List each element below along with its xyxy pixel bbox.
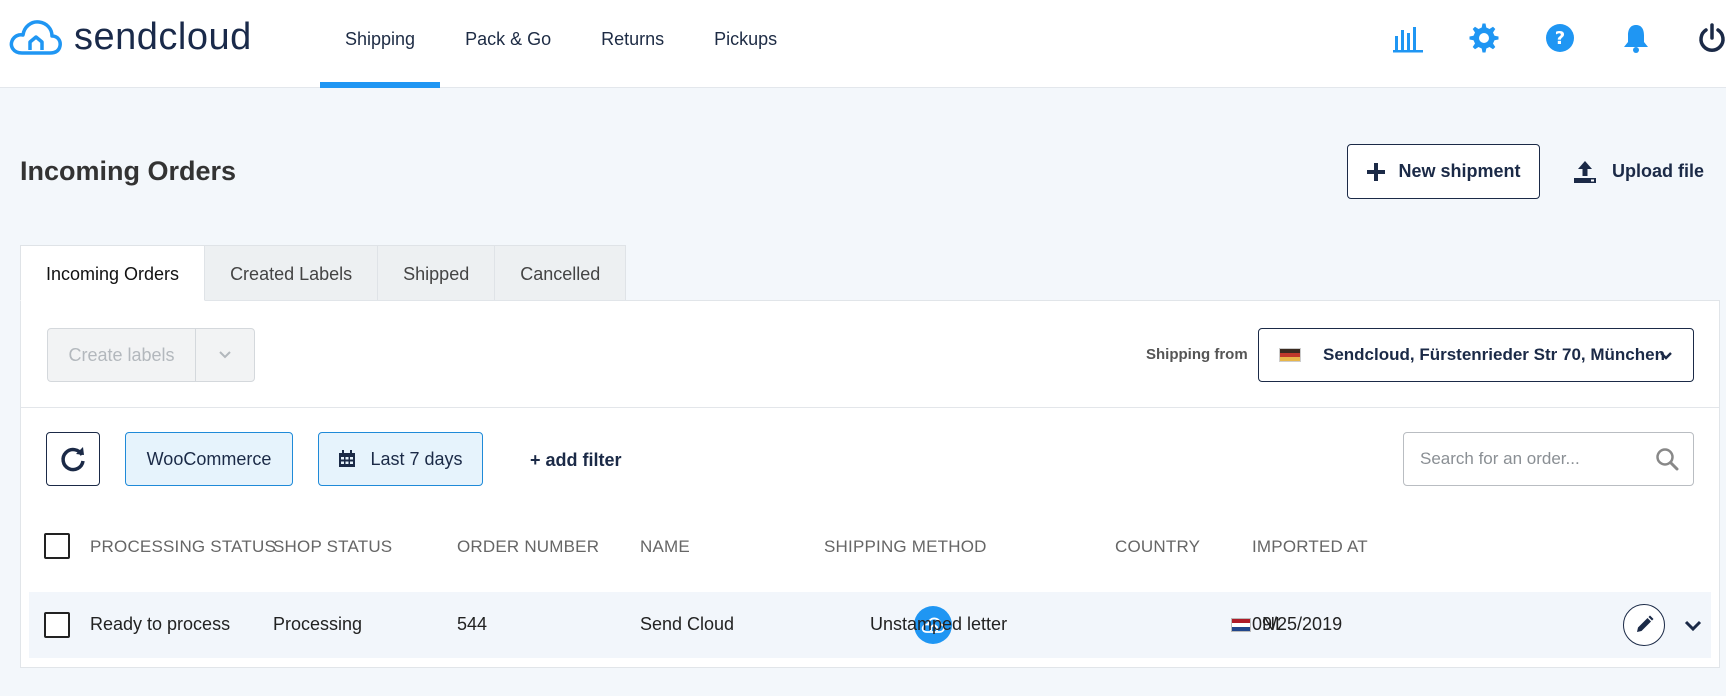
main-nav: Shipping Pack & Go Returns Pickups [320,0,802,88]
cell-imported-at: 09/25/2019 [1252,614,1343,634]
nav-item-pack-and-go[interactable]: Pack & Go [440,0,576,88]
shipping-from-label: Shipping from [1146,346,1248,363]
column-header-shipping-method[interactable]: SHIPPING METHOD [824,537,987,557]
orders-panel: Create labels Shipping from Sendcloud, F… [20,300,1720,668]
table-header: PROCESSING STATUS SHOP STATUS ORDER NUMB… [21,521,1719,573]
chevron-down-icon [1684,620,1702,632]
chevron-down-icon [1660,352,1672,360]
order-search [1403,432,1694,486]
create-labels-button[interactable]: Create labels [48,329,196,381]
column-header-imported-at[interactable]: IMPORTED AT [1252,537,1368,557]
cell-processing-status: Ready to process [90,614,231,634]
date-filter-label: Last 7 days [370,448,463,469]
create-labels-dropdown-toggle[interactable] [196,329,254,381]
table-row[interactable]: Ready to process Processing 544 Send Clo… [29,592,1711,658]
analytics-icon[interactable] [1390,18,1426,58]
calendar-icon [339,450,356,467]
edit-order-button[interactable] [1623,604,1665,646]
nav-item-returns[interactable]: Returns [576,0,689,88]
help-icon[interactable]: ? [1542,18,1578,58]
settings-gear-icon[interactable] [1466,18,1502,58]
order-search-input[interactable] [1420,433,1650,485]
plus-icon [1367,162,1386,181]
expand-row-button[interactable] [1679,612,1707,640]
create-labels-split-button: Create labels [47,328,255,382]
filter-bar: WooCommerce Last 7 days + add filter [21,408,1719,518]
column-header-shop-status[interactable]: SHOP STATUS [273,537,392,557]
svg-text:?: ? [1555,28,1565,49]
upload-file-label: Upload file [1612,161,1705,181]
cell-shop-status: Processing [273,614,363,634]
tab-created-labels[interactable]: Created Labels [204,245,379,301]
germany-flag-icon [1279,348,1301,362]
orders-toolbar: Create labels Shipping from Sendcloud, F… [21,301,1719,408]
tab-shipped[interactable]: Shipped [377,245,496,301]
cloud-logo-icon [9,20,62,55]
refresh-icon [61,447,85,472]
power-icon[interactable] [1694,18,1726,58]
row-checkbox[interactable] [44,612,70,638]
page-title: Incoming Orders [20,156,237,186]
nav-item-shipping[interactable]: Shipping [320,0,441,88]
notification-bell-icon[interactable] [1618,18,1654,58]
order-tabs: Incoming Orders Created Labels Shipped C… [20,245,627,301]
shop-filter-chip[interactable]: WooCommerce [125,432,293,486]
add-filter-button[interactable]: + add filter [530,450,622,471]
top-navigation-bar: sendcloud Shipping Pack & Go Returns Pic… [0,0,1726,88]
column-header-processing-status[interactable]: PROCESSING STATUS [90,537,276,557]
shipping-from-value: Sendcloud, Fürstenrieder Str 70, München [1323,345,1665,364]
logo-text: sendcloud [74,16,252,58]
column-header-order-number[interactable]: ORDER NUMBER [457,537,599,557]
column-header-country[interactable]: COUNTRY [1115,537,1200,557]
upload-icon [1574,160,1596,183]
nav-item-pickups[interactable]: Pickups [689,0,802,88]
top-icon-group: ? [1390,18,1726,58]
tab-incoming-orders[interactable]: Incoming Orders [20,245,206,301]
pencil-icon [1637,615,1654,632]
new-shipment-label: New shipment [1398,161,1521,181]
column-header-name[interactable]: NAME [640,537,690,557]
cell-shipping-method: Unstamped letter [870,614,1008,634]
shipping-from-select[interactable]: Sendcloud, Fürstenrieder Str 70, München [1258,328,1694,382]
upload-file-button[interactable]: Upload file [1572,144,1704,199]
netherlands-flag-icon [1231,618,1251,632]
date-filter-chip[interactable]: Last 7 days [318,432,483,486]
cell-name: Send Cloud [640,614,735,634]
tab-cancelled[interactable]: Cancelled [494,245,627,301]
chevron-down-icon [219,351,231,359]
refresh-button[interactable] [46,432,100,486]
sendcloud-logo[interactable]: sendcloud [8,17,252,57]
new-shipment-button[interactable]: New shipment [1347,144,1540,199]
select-all-checkbox[interactable] [44,533,70,559]
cell-order-number: 544 [457,614,488,634]
search-icon[interactable] [1655,447,1679,471]
